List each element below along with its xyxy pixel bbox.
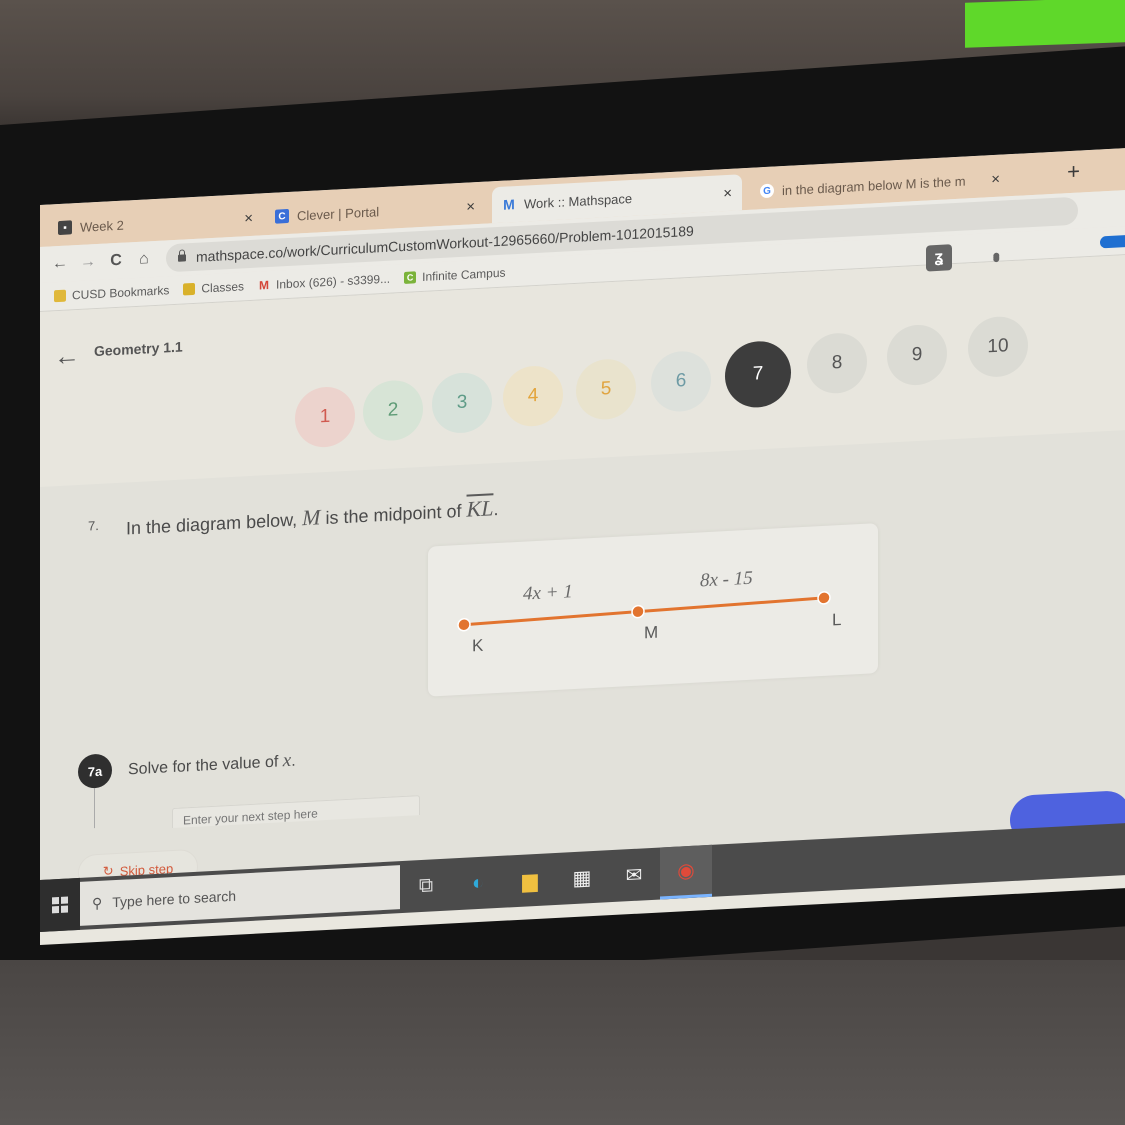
point-label-k: K — [472, 636, 484, 656]
midpoint-variable: M — [302, 504, 321, 531]
home-button[interactable]: ⌂ — [130, 250, 158, 269]
bookmark-label: Classes — [201, 279, 245, 296]
close-icon[interactable]: × — [723, 184, 732, 201]
question-button-6[interactable]: 6 — [651, 349, 711, 413]
classroom-icon: ▪ — [58, 220, 72, 236]
progress-pill — [1100, 233, 1125, 249]
store-icon[interactable]: ▦ — [556, 850, 608, 905]
bookmark-gmail[interactable]: M Inbox (626) - s3399... — [258, 272, 390, 293]
task-view-icon[interactable]: ⧉ — [400, 858, 452, 913]
background-desk — [0, 960, 1125, 1125]
question-button-3[interactable]: 3 — [432, 371, 492, 435]
back-arrow-icon[interactable]: ← — [54, 340, 80, 372]
classroom-icon — [183, 282, 196, 296]
header-actions: ʓ ••• — [926, 242, 1009, 272]
question-button-1[interactable]: 1 — [295, 385, 355, 449]
tab-label: in the diagram below M is the m — [782, 172, 966, 198]
gmail-icon: M — [259, 277, 270, 293]
more-menu-icon[interactable]: ••• — [984, 252, 1009, 258]
bookmark-classes[interactable]: Classes — [183, 279, 244, 296]
point-m — [631, 604, 645, 619]
edge-icon[interactable]: ◐ — [452, 856, 504, 911]
question-number: 8 — [831, 351, 843, 374]
screen: ▪ Week 2 × C Clever | Portal × M Work ::… — [40, 146, 1125, 945]
back-button[interactable]: ← — [46, 254, 74, 273]
background-light — [965, 0, 1125, 48]
mail-icon[interactable]: ✉ — [608, 848, 660, 903]
segment-label-km: 4x + 1 — [523, 581, 573, 605]
question-button-8[interactable]: 8 — [807, 331, 867, 395]
google-icon: G — [760, 183, 774, 199]
question-number-label: 7. — [88, 517, 99, 534]
question-text-part: is the midpoint of — [320, 500, 467, 529]
question-text-part: In the diagram below, — [126, 509, 303, 539]
question-button-5[interactable]: 5 — [576, 357, 636, 421]
segment-label-ml: 8x - 15 — [700, 568, 753, 592]
question-number: 10 — [987, 335, 1009, 358]
new-tab-button[interactable]: + — [1067, 158, 1080, 185]
mathspace-icon: M — [503, 196, 515, 213]
close-icon[interactable]: × — [466, 198, 475, 215]
search-placeholder: Type here to search — [112, 887, 237, 911]
bookmark-label: Infinite Campus — [422, 265, 506, 284]
folder-icon — [54, 289, 66, 303]
tab-label: Week 2 — [80, 217, 124, 235]
bookmark-label: CUSD Bookmarks — [72, 283, 170, 303]
question-number: 3 — [456, 391, 468, 414]
segment-km — [463, 610, 639, 627]
question-number: 7 — [752, 363, 764, 385]
segment-diagram-svg: K M L 4x + 1 8x - 15 — [457, 568, 841, 656]
question-number: 4 — [527, 384, 539, 407]
tab-label: Work :: Mathspace — [524, 190, 633, 212]
close-icon[interactable]: × — [244, 209, 253, 226]
question-button-4[interactable]: 4 — [503, 364, 563, 428]
segment-diagram: K M L 4x + 1 8x - 15 — [428, 523, 878, 697]
question-number: 1 — [319, 405, 331, 428]
question-number: 6 — [675, 370, 687, 392]
windows-logo-icon — [52, 896, 68, 914]
tab-label: Clever | Portal — [297, 203, 380, 224]
clever-icon: C — [275, 208, 289, 224]
question-area: 7. In the diagram below, M is the midpoi… — [40, 428, 1125, 892]
start-button[interactable] — [40, 877, 80, 932]
question-button-10[interactable]: 10 — [968, 315, 1028, 379]
point-label-m: M — [644, 623, 658, 643]
reload-button[interactable]: C — [102, 251, 130, 270]
question-text: In the diagram below, M is the midpoint … — [126, 495, 498, 541]
course-title: Geometry 1.1 — [94, 338, 183, 360]
lock-icon — [178, 253, 186, 262]
step-text-part: Solve for the value of — [128, 753, 283, 779]
question-button-2[interactable]: 2 — [363, 378, 423, 443]
question-number: 2 — [387, 399, 399, 421]
bookmark-infinite-campus[interactable]: C Infinite Campus — [404, 265, 506, 285]
mathspace-page: ← Geometry 1.1 ʓ ••• 1 2 3 4 5 6 7 8 9 1… — [40, 233, 1125, 892]
step-variable: x — [282, 749, 292, 772]
close-icon[interactable]: × — [991, 170, 1000, 187]
question-button-9[interactable]: 9 — [887, 323, 947, 387]
app-switcher-icon[interactable]: ʓ — [926, 244, 952, 272]
step-text-part: . — [291, 752, 296, 770]
search-icon: ⚲ — [92, 894, 103, 911]
segment-ml — [637, 596, 825, 614]
question-number: 5 — [600, 378, 612, 400]
question-number: 9 — [911, 343, 923, 366]
answer-input[interactable] — [172, 795, 420, 829]
point-label-l: L — [832, 610, 841, 629]
step-badge: 7a — [78, 753, 112, 790]
bookmark-label: Inbox (626) - s3399... — [276, 271, 391, 292]
file-explorer-icon[interactable]: ▆ — [504, 853, 556, 908]
forward-button[interactable]: → — [74, 253, 102, 272]
chrome-icon[interactable]: ◉ — [660, 844, 712, 900]
step-connector — [94, 788, 95, 829]
step-prompt: Solve for the value of x. — [128, 750, 296, 781]
question-text-part: . — [493, 498, 499, 520]
segment-name: KL — [466, 495, 494, 522]
point-l — [817, 591, 831, 605]
point-k — [457, 618, 471, 632]
infinite-campus-icon: C — [404, 271, 417, 284]
question-button-7[interactable]: 7 — [725, 339, 791, 410]
bookmark-cusd[interactable]: CUSD Bookmarks — [54, 283, 169, 303]
